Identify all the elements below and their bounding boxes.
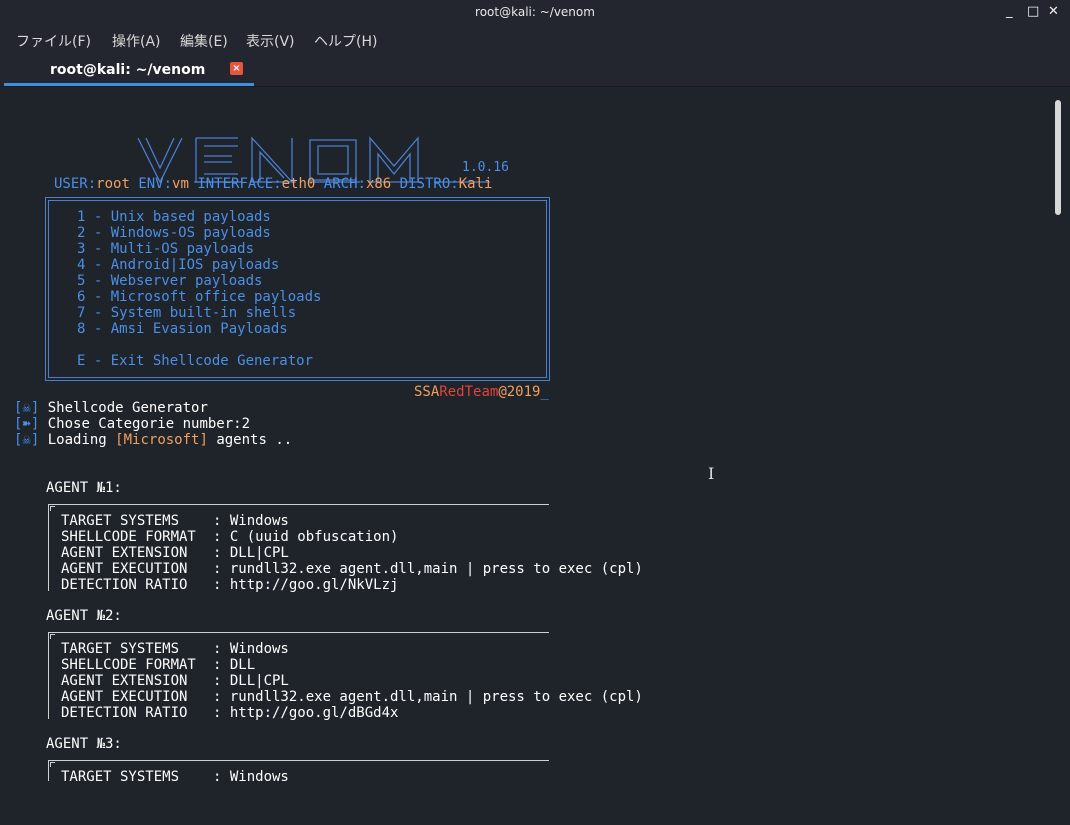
menu-option-7: 7 - System built-in shells [77, 305, 297, 321]
tab-close-icon[interactable]: × [230, 62, 243, 75]
log-line-2: [➽] Chose Categorie number:2 [14, 416, 251, 432]
minimize-button[interactable]: _ [1006, 4, 1013, 20]
agent-2-extension: AGENT EXTENSION: DLL|CPL [61, 673, 289, 689]
skull-icon: [☠] [14, 432, 40, 448]
agent-1-extension: AGENT EXTENSION: DLL|CPL [61, 545, 289, 561]
menu-option-1: 1 - Unix based payloads [77, 209, 271, 225]
menu-option-3: 3 - Multi-OS payloads [77, 241, 255, 257]
agent-1-target: TARGET SYSTEMS: Windows [61, 513, 289, 529]
venom-ascii-logo [100, 118, 490, 184]
agent-2-execution: AGENT EXECUTION: rundll32.exe agent.dll,… [61, 689, 643, 705]
env-line: USER:root ENV:vm INTERFACE:eth0 ARCH:x86… [54, 176, 493, 192]
agent-3-target: TARGET SYSTEMS: Windows [61, 769, 289, 785]
agent-3-box: TARGET SYSTEMS: Windows [48, 760, 549, 785]
menu-option-exit: E - Exit Shellcode Generator [77, 353, 314, 369]
maximize-button[interactable]: □ [1027, 4, 1039, 20]
menu-option-8: 8 - Amsi Evasion Payloads [77, 321, 288, 337]
terminal-output[interactable]: 1.0.16 USER:root ENV:vm INTERFACE:eth0 A… [0, 86, 1050, 785]
menu-bar: ファイル(F) 操作(A) 編集(E) 表示(V) ヘルプ(H) [0, 26, 1070, 54]
tab-terminal[interactable]: root@kali: ~/venom × [4, 54, 254, 86]
tab-label: root@kali: ~/venom [50, 62, 206, 78]
scrollbar-thumb[interactable] [1055, 100, 1061, 215]
close-button[interactable]: ✕ [1048, 4, 1059, 20]
vertical-scrollbar[interactable] [1054, 100, 1062, 780]
skull-icon: [☠] [14, 400, 40, 416]
category-menu-box: 1 - Unix based payloads 2 - Windows-OS p… [45, 197, 550, 381]
menu-option-2: 2 - Windows-OS payloads [77, 225, 271, 241]
menu-view[interactable]: 表示(V) [246, 31, 295, 51]
credit-line: SSARedTeam@2019_ [414, 384, 549, 400]
log-line-3: [☠] Loading [Microsoft] agents .. [14, 432, 293, 448]
agent-1-detection: DETECTION RATIO: http://goo.gl/NkVLzj [61, 577, 399, 593]
menu-action[interactable]: 操作(A) [112, 31, 161, 51]
agent-3-title: AGENT №3: [46, 736, 122, 752]
agent-1-box: TARGET SYSTEMS: Windows SHELLCODE FORMAT… [48, 504, 643, 593]
window-title: root@kali: ~/venom [475, 5, 595, 19]
agent-2-title: AGENT №2: [46, 608, 122, 624]
agent-2-target: TARGET SYSTEMS: Windows [61, 641, 289, 657]
agent-1-format: SHELLCODE FORMAT: C (uuid obfuscation) [61, 529, 399, 545]
agent-2-box: TARGET SYSTEMS: Windows SHELLCODE FORMAT… [48, 632, 643, 721]
agent-1-title: AGENT №1: [46, 480, 122, 496]
menu-option-5: 5 - Webserver payloads [77, 273, 263, 289]
agent-2-format: SHELLCODE FORMAT: DLL [61, 657, 256, 673]
menu-option-4: 4 - Android|IOS payloads [77, 257, 280, 273]
arrow-icon: [➽] [14, 416, 40, 432]
log-line-1: [☠] Shellcode Generator [14, 400, 208, 416]
menu-option-6: 6 - Microsoft office payloads [77, 289, 322, 305]
menu-edit[interactable]: 編集(E) [180, 31, 228, 51]
menu-help[interactable]: ヘルプ(H) [314, 31, 377, 51]
agent-2-detection: DETECTION RATIO: http://goo.gl/dBGd4x [61, 705, 399, 721]
title-bar: root@kali: ~/venom _ □ ✕ [0, 0, 1070, 26]
agent-1-execution: AGENT EXECUTION: rundll32.exe agent.dll,… [61, 561, 643, 577]
version-label: 1.0.16 [462, 160, 509, 175]
tab-bar: root@kali: ~/venom × [0, 54, 1070, 87]
menu-file[interactable]: ファイル(F) [16, 31, 91, 51]
text-cursor-icon: I [708, 464, 715, 483]
